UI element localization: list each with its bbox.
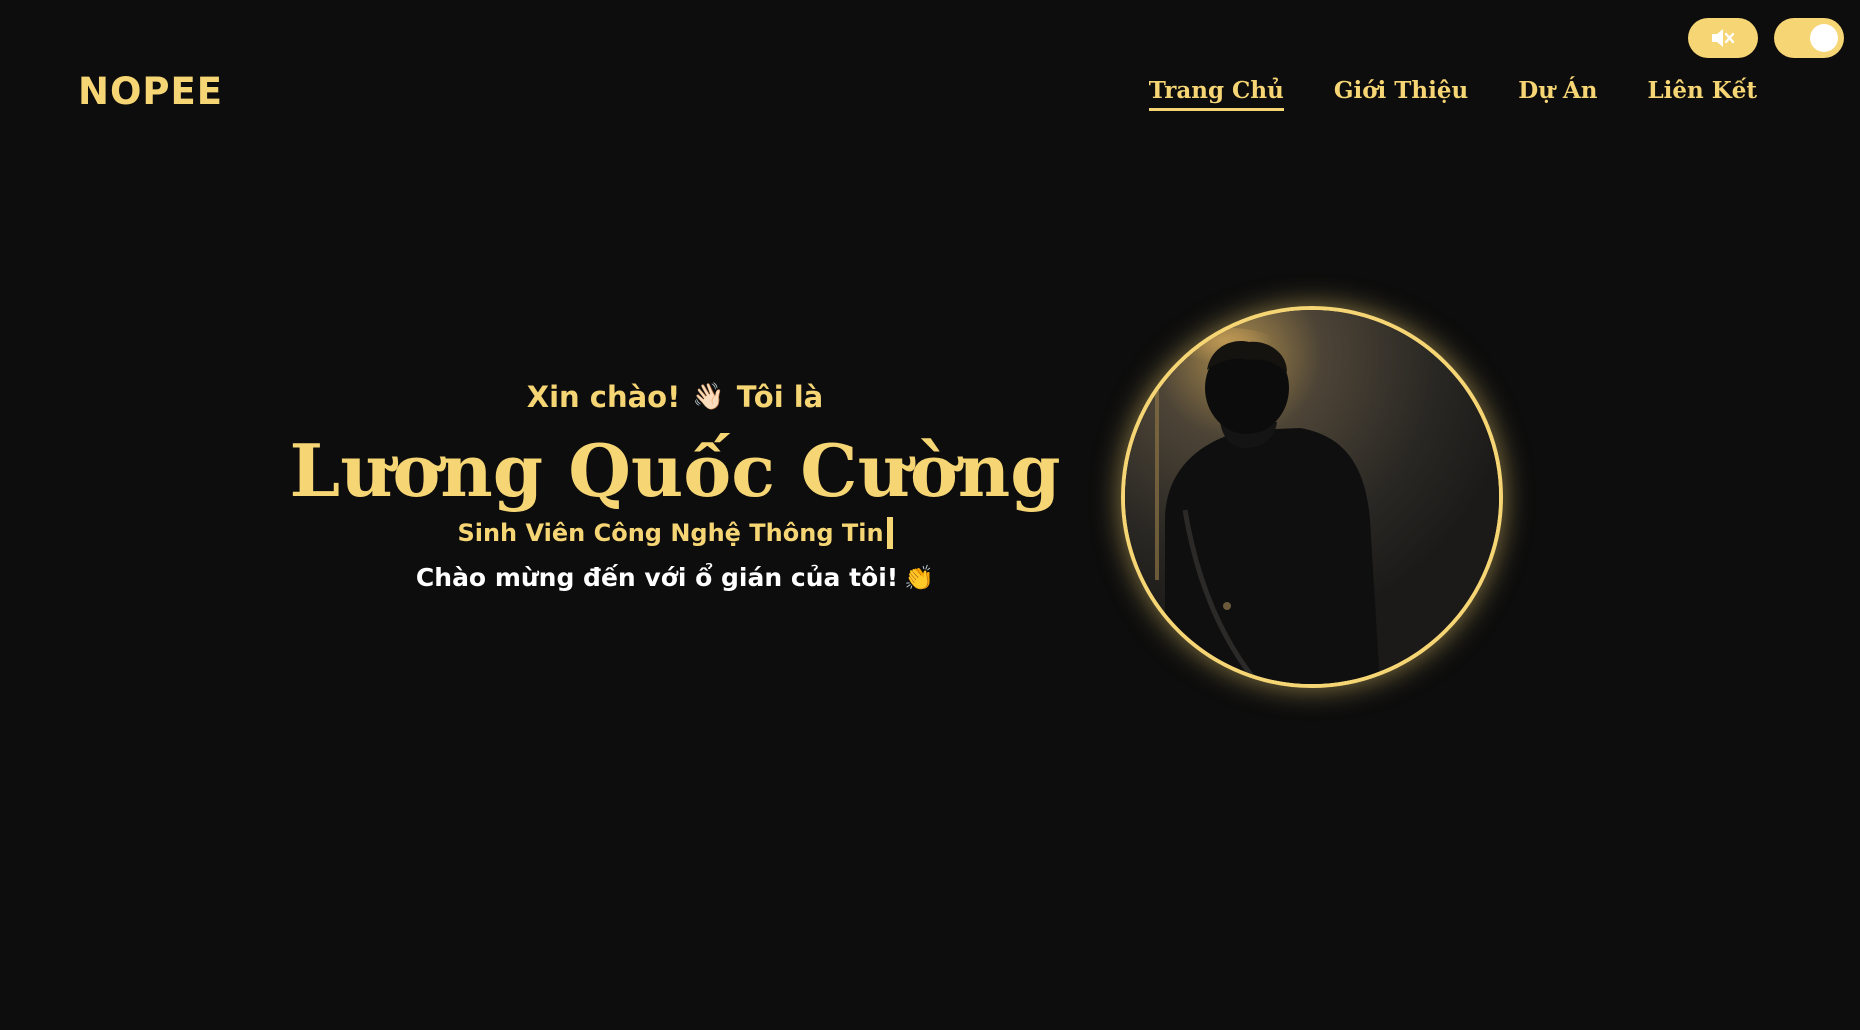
typing-caret [886, 517, 893, 549]
hero-section: Xin chào! 👋🏻 Tôi là Lương Quốc Cường Sin… [270, 380, 1080, 592]
role-text: Sinh Viên Công Nghệ Thông Tin [457, 519, 884, 547]
full-name: Lương Quốc Cường [289, 428, 1061, 513]
mute-sound-button[interactable] [1688, 18, 1758, 58]
clapping-hands-icon: 👏 [904, 563, 935, 592]
top-controls [1688, 18, 1844, 58]
role-typing: Sinh Viên Công Nghệ Thông Tin [270, 517, 1080, 549]
toggle-knob [1810, 24, 1838, 52]
nav-link-home[interactable]: Trang Chủ [1148, 77, 1284, 111]
speaker-muted-icon [1712, 29, 1735, 47]
profile-avatar [1121, 306, 1503, 688]
greeting-intro: Tôi là [736, 380, 824, 414]
main-nav: Trang Chủ Giới Thiệu Dự Án Liên Kết [1148, 77, 1757, 111]
profile-photo [1125, 310, 1499, 684]
nav-link-links[interactable]: Liên Kết [1647, 77, 1757, 111]
nav-link-projects[interactable]: Dự Án [1518, 77, 1597, 111]
theme-toggle[interactable] [1774, 18, 1844, 58]
greeting-text: Xin chào! [526, 380, 681, 414]
welcome-message: Chào mừng đến với ổ gián của tôi! 👏 [270, 563, 1080, 592]
greeting: Xin chào! 👋🏻 Tôi là [270, 380, 1080, 414]
waving-hand-icon: 👋🏻 [692, 382, 725, 412]
nav-link-about[interactable]: Giới Thiệu [1334, 77, 1468, 111]
site-logo[interactable]: NOPEE [78, 70, 223, 113]
welcome-text: Chào mừng đến với ổ gián của tôi! [415, 563, 899, 592]
